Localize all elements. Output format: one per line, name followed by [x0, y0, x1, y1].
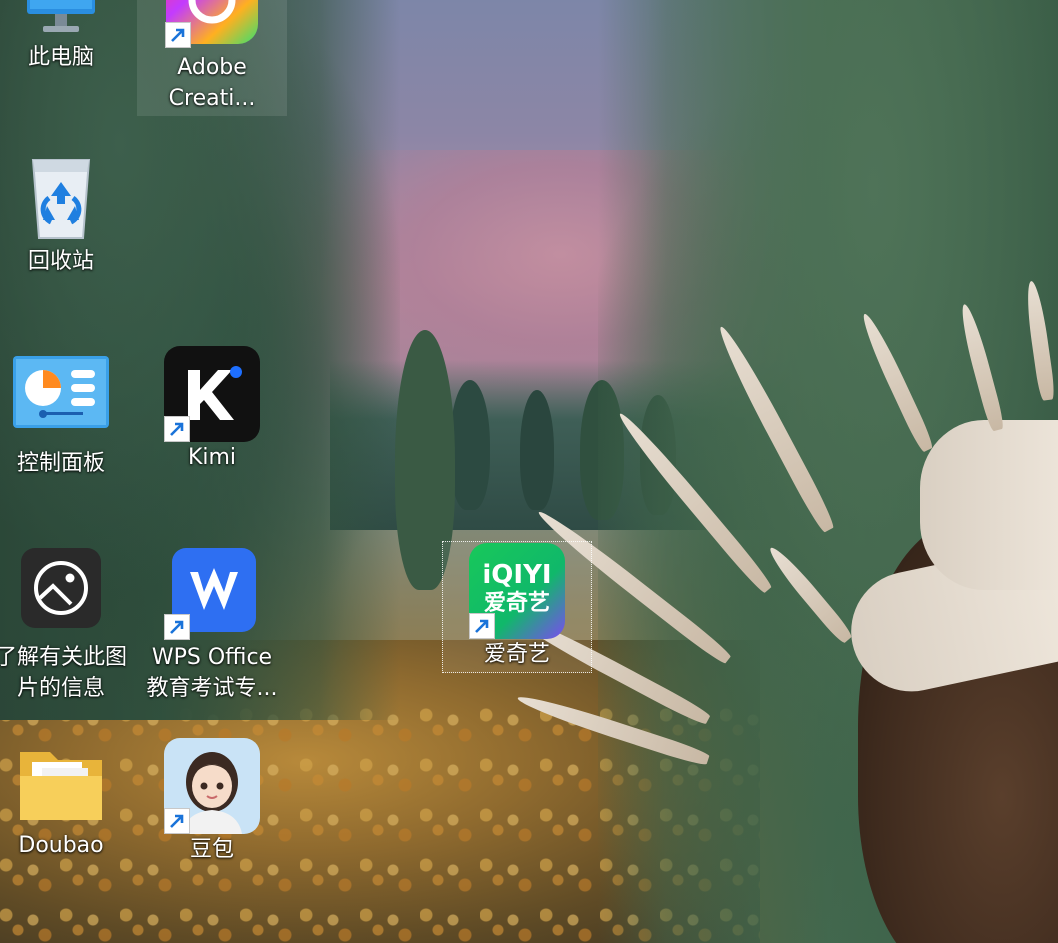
iqiyi-app-icon: iQIYI 爱奇艺	[469, 543, 565, 639]
folder-icon	[18, 742, 104, 826]
adobe-creative-cloud-icon	[165, 0, 258, 48]
icon-label: 此电脑	[27, 45, 94, 70]
iqiyi-logo-text: iQIYI	[482, 560, 552, 590]
icon-label-line2: Creati...	[168, 86, 256, 111]
desktop-icon-doubao[interactable]: 豆包	[137, 738, 287, 865]
icon-label: 控制面板	[16, 451, 105, 476]
wallpaper-antler	[920, 420, 1058, 590]
shortcut-arrow-icon	[164, 416, 190, 442]
wps-office-icon	[164, 548, 260, 640]
desktop-icon-recycle-bin[interactable]: 回收站	[0, 150, 136, 277]
desktop-icon-iqiyi[interactable]: iQIYI 爱奇艺 爱奇艺	[442, 541, 592, 673]
icon-label-line2: 片的信息	[16, 676, 105, 701]
shortcut-arrow-icon	[164, 808, 190, 834]
desktop-icon-learn-about-picture[interactable]: 了解有关此图 片的信息	[0, 548, 136, 704]
shortcut-arrow-icon	[469, 613, 495, 639]
wallpaper-tree	[520, 390, 554, 510]
icon-label-line1: Adobe	[177, 55, 247, 80]
shortcut-arrow-icon	[165, 22, 191, 48]
icon-label: Kimi	[187, 445, 237, 470]
doubao-app-icon	[164, 738, 260, 834]
shortcut-arrow-icon	[164, 614, 190, 640]
icon-label-line1: WPS Office	[151, 645, 273, 670]
control-panel-icon	[13, 356, 109, 432]
desktop-icon-doubao-folder[interactable]: Doubao	[0, 742, 136, 861]
icon-label: 爱奇艺	[483, 642, 550, 667]
computer-icon	[21, 0, 101, 42]
icon-label-line2: 教育考试专...	[146, 676, 278, 701]
desktop-icon-this-pc[interactable]: 此电脑	[0, 0, 136, 73]
desktop-icon-adobe-creative-cloud[interactable]: Adobe Creati...	[137, 0, 287, 116]
desktop-icon-kimi[interactable]: Kimi	[137, 346, 287, 473]
wallpaper-tree	[450, 380, 490, 510]
icon-label: 回收站	[27, 249, 94, 274]
desktop-icon-wps-office[interactable]: WPS Office 教育考试专...	[137, 548, 287, 704]
icon-label: 豆包	[189, 837, 234, 862]
icon-label-line1: 了解有关此图	[0, 645, 127, 670]
picture-info-icon	[21, 548, 101, 628]
kimi-app-icon	[164, 346, 260, 442]
icon-label: Doubao	[18, 833, 104, 858]
recycle-bin-icon	[21, 150, 101, 242]
desktop-icon-control-panel[interactable]: 控制面板	[0, 356, 136, 479]
